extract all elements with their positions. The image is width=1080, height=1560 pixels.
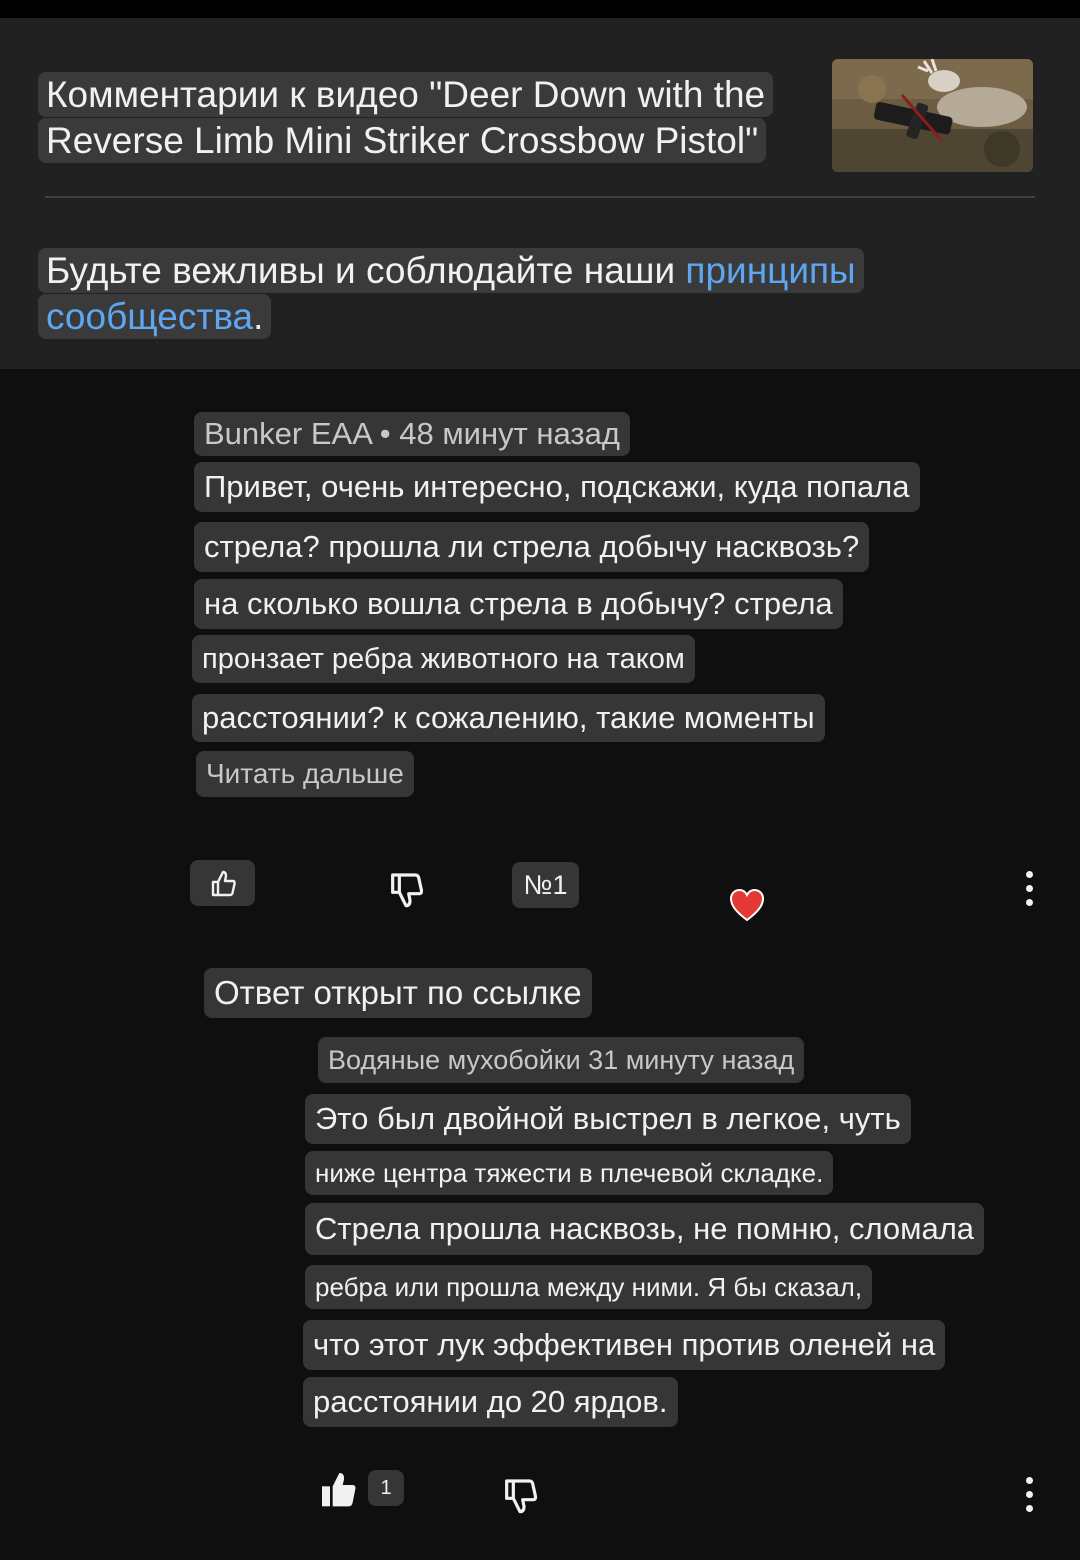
reply-text-line: ребра или прошла между ними. Я бы сказал… — [305, 1265, 873, 1309]
dislike-button[interactable] — [383, 868, 429, 914]
comment-author[interactable]: Bunker EAA — [204, 416, 371, 451]
reply-text-line: ниже центра тяжести в плечевой складке. — [305, 1151, 834, 1195]
reply-text-line: расстоянии до 20 ярдов. — [303, 1377, 678, 1427]
reply-count-badge[interactable]: №1 — [512, 862, 579, 908]
like-button[interactable] — [190, 860, 255, 906]
header-title-text: Комментарии к видео "Deer Down with the … — [38, 72, 774, 163]
video-thumbnail[interactable] — [832, 59, 1033, 172]
reply-text-line: Это был двойной выстрел в легкое, чуть — [305, 1094, 911, 1144]
guidelines-text: Будьте вежливы и соблюдайте наши — [46, 250, 686, 291]
creator-heart — [728, 886, 766, 924]
reply-text-line: Стрела прошла насквозь, не помню, сломал… — [305, 1203, 985, 1255]
reply-meta: Водяные мухобойки 31 минуту назад — [318, 1037, 805, 1083]
reply-dislike-button[interactable] — [497, 1474, 543, 1520]
comment-text-line: на сколько вошла стрела в добычу? стрела — [194, 579, 843, 629]
guidelines-period: . — [253, 296, 264, 337]
thumb-up-filled-icon — [322, 1473, 356, 1507]
reply-like-count: 1 — [368, 1470, 404, 1506]
comment-meta: Bunker EAA • 48 минут назад — [194, 412, 630, 456]
reply-text-line: что этот лук эффективен против оленей на — [303, 1320, 946, 1370]
comment-time: 48 минут назад — [399, 416, 620, 451]
thumb-up-icon — [211, 870, 236, 897]
header-divider — [45, 196, 1035, 198]
reply-more-vert-icon[interactable] — [1025, 1477, 1033, 1512]
comments-header: Комментарии к видео "Deer Down with the … — [0, 18, 1080, 369]
heart-icon — [729, 888, 765, 922]
comment-separator: • — [379, 416, 391, 451]
community-guidelines-notice: Будьте вежливы и соблюдайте наши принцип… — [38, 248, 938, 340]
header-title: Комментарии к видео "Deer Down with the … — [38, 72, 828, 164]
reply-like-button[interactable] — [314, 1466, 362, 1512]
reply-linked-note: Ответ открыт по ссылке — [204, 968, 592, 1018]
more-vert-icon[interactable] — [1025, 871, 1033, 906]
status-bar — [0, 0, 1080, 18]
comment-text-line: пронзает ребра животного на таком — [192, 635, 695, 683]
comment-text-line: стрела? прошла ли стрела добычу насквозь… — [194, 522, 870, 572]
read-more-link[interactable]: Читать дальше — [196, 751, 414, 797]
thumb-down-icon — [391, 873, 424, 908]
thumb-down-icon — [505, 1479, 538, 1514]
comment-text-line: расстоянии? к сожалению, такие моменты — [192, 694, 825, 742]
comment-text-line: Привет, очень интересно, подскажи, куда … — [194, 462, 920, 512]
